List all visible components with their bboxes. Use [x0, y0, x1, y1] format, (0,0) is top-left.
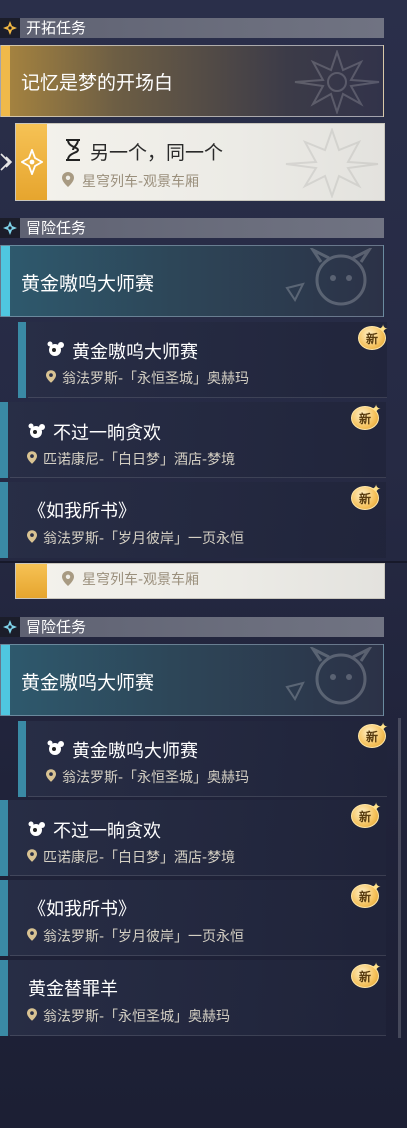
adventure-main-quest-card[interactable]: 黄金嗷呜大师赛 — [0, 245, 384, 317]
selected-quest-location: 星穹列车-观景车厢 — [82, 572, 200, 588]
wolf-paw-icon — [47, 740, 64, 755]
location-pin-icon — [27, 849, 37, 862]
new-badge-icon: 新 ✦ — [351, 402, 383, 434]
quest-item[interactable]: 不过一晌贪欢 匹诺康尼-「白日梦」酒店-梦境 — [0, 402, 386, 478]
location-pin-icon — [27, 1008, 37, 1021]
quest-item-title: 《如我所书》 — [28, 899, 136, 920]
trailblaze-section-header: 开拓任务 — [0, 18, 384, 38]
quest-item-location: 匹诺康尼-「白日梦」酒店-梦境 — [43, 452, 236, 468]
quest-item-title: 《如我所书》 — [28, 501, 136, 522]
location-pin-icon — [62, 571, 74, 586]
quest-item-bar — [0, 960, 8, 1036]
arrow-pointer-icon — [0, 153, 13, 171]
new-badge-icon: 新 ✦ — [358, 720, 390, 752]
wolf-head-icon — [285, 647, 373, 705]
wolf-paw-icon — [28, 423, 45, 438]
location-pin-icon — [27, 530, 37, 543]
quest-item-title: 黄金嗷呜大师赛 — [72, 342, 198, 363]
adventure-accent-bar — [1, 645, 10, 715]
quest-item-bar — [18, 322, 26, 398]
trailblaze-emblem-icon — [294, 50, 380, 114]
trailblaze-main-quest-card[interactable]: 记忆是梦的开场白 — [0, 45, 384, 117]
new-badge-icon: 新 ✦ — [351, 880, 383, 912]
selected-quest-title: 另一个，同一个 — [90, 142, 224, 164]
quest-item[interactable]: 《如我所书》 翁法罗斯-「岁月彼岸」一页永恒 — [0, 482, 386, 558]
location-pin-icon — [27, 928, 37, 941]
wolf-head-icon — [285, 248, 373, 306]
hourglass-icon — [66, 139, 80, 161]
quest-item-location: 翁法罗斯-「永恒圣城」奥赫玛 — [62, 770, 250, 786]
quest-item[interactable]: 黄金替罪羊 翁法罗斯-「永恒圣城」奥赫玛 — [0, 960, 386, 1036]
quest-item[interactable]: 不过一晌贪欢 匹诺康尼-「白日梦」酒店-梦境 — [0, 800, 386, 876]
quest-item-title: 不过一晌贪欢 — [53, 821, 161, 842]
selected-quest-card-partial[interactable]: 星穹列车-观景车厢 — [15, 563, 385, 599]
quest-item[interactable]: 黄金嗷呜大师赛 翁法罗斯-「永恒圣城」奥赫玛 — [18, 322, 387, 398]
quest-item-bar — [0, 880, 8, 956]
quest-item-location: 翁法罗斯-「岁月彼岸」一页永恒 — [43, 531, 245, 547]
adventure-accent-bar — [1, 246, 10, 316]
location-pin-icon — [46, 370, 56, 383]
quest-item-bar — [0, 402, 8, 478]
adventure-section-header: 冒险任务 — [0, 218, 384, 238]
trailblaze-accent-bar — [1, 46, 10, 116]
adventure-diamond-icon — [0, 218, 20, 238]
selected-quest-emblem-icon — [285, 128, 379, 198]
selected-quest-badge — [16, 564, 47, 598]
new-badge-icon: 新 ✦ — [351, 960, 383, 992]
location-pin-icon — [62, 172, 74, 187]
quest-item[interactable]: 《如我所书》 翁法罗斯-「岁月彼岸」一页永恒 — [0, 880, 386, 956]
trailblaze-diamond-icon — [0, 18, 20, 38]
divider — [10, 875, 386, 876]
scrollbar[interactable] — [398, 718, 401, 1038]
trailblaze-quest-icon — [21, 149, 43, 175]
quest-item-title: 不过一晌贪欢 — [53, 423, 161, 444]
quest-item-bar — [18, 721, 26, 797]
selected-quest-card[interactable]: 另一个，同一个 星穹列车-观景车厢 — [15, 123, 385, 201]
adventure-section-title: 冒险任务 — [26, 219, 87, 237]
adventure-main-quest-card[interactable]: 黄金嗷呜大师赛 — [0, 644, 384, 716]
location-pin-icon — [27, 451, 37, 464]
wolf-paw-icon — [47, 341, 64, 356]
divider — [28, 796, 387, 797]
adventure-main-quest-title: 黄金嗷呜大师赛 — [21, 273, 155, 295]
new-badge-icon: 新 ✦ — [351, 800, 383, 832]
wolf-paw-icon — [28, 821, 45, 836]
adventure-section-header: 冒险任务 — [0, 617, 384, 637]
divider — [10, 955, 386, 956]
location-pin-icon — [46, 769, 56, 782]
adventure-diamond-icon — [0, 617, 20, 637]
selected-quest-location: 星穹列车-观景车厢 — [82, 174, 200, 190]
new-badge-icon: 新 ✦ — [358, 322, 390, 354]
new-badge-icon: 新 ✦ — [351, 482, 383, 514]
quest-item-location: 匹诺康尼-「白日梦」酒店-梦境 — [43, 850, 236, 866]
quest-item-title: 黄金替罪羊 — [28, 979, 118, 1000]
quest-item-bar — [0, 482, 8, 558]
quest-item-bar — [0, 800, 8, 876]
quest-item-location: 翁法罗斯-「岁月彼岸」一页永恒 — [43, 929, 245, 945]
divider — [10, 477, 386, 478]
quest-item-location: 翁法罗斯-「永恒圣城」奥赫玛 — [62, 371, 250, 387]
divider — [10, 1035, 386, 1036]
adventure-main-quest-title: 黄金嗷呜大师赛 — [21, 672, 155, 694]
quest-item-location: 翁法罗斯-「永恒圣城」奥赫玛 — [43, 1009, 231, 1025]
divider — [28, 397, 387, 398]
quest-item[interactable]: 黄金嗷呜大师赛 翁法罗斯-「永恒圣城」奥赫玛 — [18, 721, 387, 797]
trailblaze-main-quest-title: 记忆是梦的开场白 — [21, 72, 174, 94]
quest-item-title: 黄金嗷呜大师赛 — [72, 741, 198, 762]
adventure-section-title: 冒险任务 — [26, 618, 87, 636]
trailblaze-section-title: 开拓任务 — [26, 19, 87, 37]
